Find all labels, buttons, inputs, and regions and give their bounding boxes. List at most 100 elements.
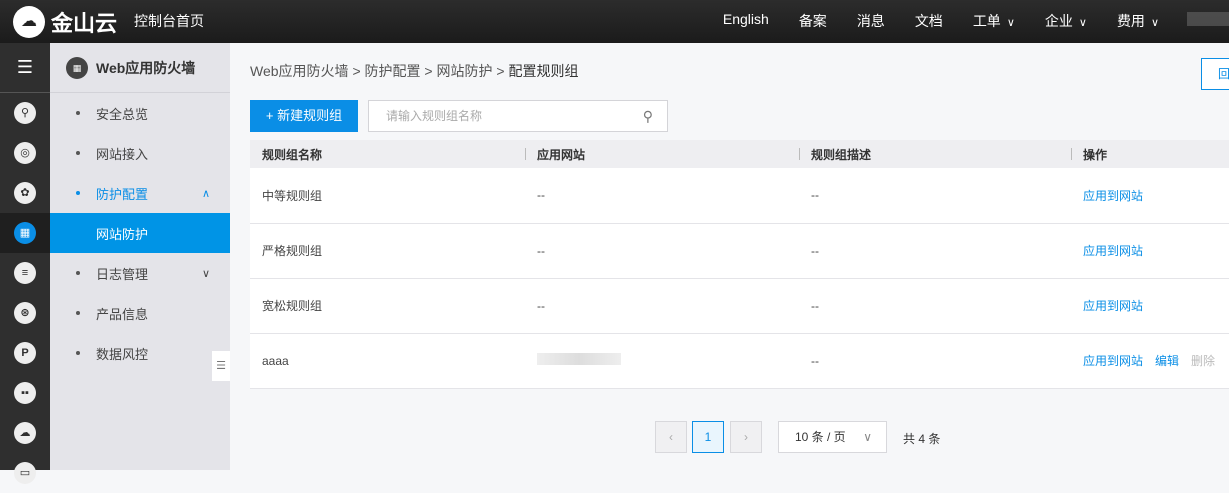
sidebar-item-label: 网站接入 — [96, 146, 149, 162]
cell-name: 宽松规则组 — [250, 278, 525, 334]
bullet-icon — [76, 311, 80, 315]
sidebar-title: Web应用防火墙 — [96, 59, 196, 76]
rail-item[interactable]: P — [0, 333, 50, 373]
apply-to-site-link[interactable]: 应用到网站 — [1083, 189, 1143, 203]
apply-to-site-link[interactable]: 应用到网站 — [1083, 244, 1143, 258]
chevron-down-icon: ∨ — [201, 267, 210, 280]
nav-tickets[interactable]: 工单 ∨ — [973, 11, 1015, 31]
redacted-site — [537, 353, 621, 365]
col-actions: 操作 — [1071, 140, 1229, 168]
table-row: 宽松规则组 -- -- 应用到网站 — [250, 278, 1229, 334]
rail-item[interactable]: ▭ — [0, 453, 50, 493]
rail-item-waf[interactable]: ▦ — [0, 213, 50, 253]
sidebar-item-label: 数据风控 — [96, 346, 149, 362]
crumb-protection[interactable]: 防护配置 — [365, 63, 421, 79]
cell-name: aaaa — [250, 333, 525, 389]
sidebar-item-overview[interactable]: 安全总览 — [50, 93, 230, 133]
page-1-button[interactable]: 1 — [692, 421, 724, 453]
sidebar-item-site-protection[interactable]: 网站防护 — [50, 213, 230, 253]
nav-billing[interactable]: 费用 ∨ — [1117, 11, 1159, 31]
breadcrumb: Web应用防火墙 > 防护配置 > 网站防护 > 配置规则组 — [250, 61, 578, 81]
sidebar-item-label: 网站防护 — [96, 226, 149, 242]
sidebar-item-label: 防护配置 — [96, 186, 149, 202]
cloud-icon: ☁ — [13, 6, 45, 38]
sidebar-item-risk-control[interactable]: 数据风控 — [50, 333, 230, 373]
cell-site: -- — [525, 168, 799, 224]
search-icon: ⚲ — [14, 102, 36, 124]
nav-beian[interactable]: 备案 — [799, 11, 827, 31]
chevron-down-icon: ∨ — [1150, 17, 1159, 29]
firewall-icon: ▦ — [14, 222, 36, 244]
nav-label: 费用 — [1116, 13, 1145, 29]
sidebar-item-protection-config[interactable]: 防护配置 ∧ — [50, 173, 230, 213]
search-input[interactable]: 请输入规则组名称 ⚲ — [368, 100, 668, 132]
table-header: 规则组名称 应用网站 规则组描述 操作 — [250, 140, 1229, 168]
cell-desc: -- — [799, 333, 1071, 389]
cell-site: -- — [525, 278, 799, 334]
chevron-down-icon: ∨ — [1006, 17, 1015, 29]
bullet-icon — [76, 271, 80, 275]
rail-item[interactable]: ⚲ — [0, 93, 50, 133]
server-icon: ≡ — [14, 262, 36, 284]
collapse-sidebar-icon[interactable]: ☰ — [212, 351, 230, 381]
nav-docs[interactable]: 文档 — [915, 11, 943, 31]
rail-item[interactable]: ≡ — [0, 253, 50, 293]
nav-label: 企业 — [1044, 13, 1073, 29]
nav-messages[interactable]: 消息 — [857, 11, 885, 31]
bullet-icon — [76, 111, 80, 115]
console-home-link[interactable]: 控制台首页 — [134, 11, 204, 31]
brand-logo[interactable]: ☁ 金山云 — [13, 6, 117, 38]
bullet-icon — [76, 191, 80, 195]
crumb-sep: > — [352, 63, 361, 79]
next-page-button[interactable]: › — [730, 421, 762, 453]
cell-desc: -- — [799, 168, 1071, 224]
rail-item[interactable]: ◎ — [0, 133, 50, 173]
sidebar-item-label: 产品信息 — [96, 306, 149, 322]
page-size-value: 10 条 / 页 — [795, 430, 846, 444]
firewall-icon: ▦ — [66, 56, 88, 79]
bullet-icon — [76, 151, 80, 155]
product-rail: ☰ ⚲ ◎ ✿ ▦ ≡ ⊛ P ▪▪ ☁ ▭ — [0, 43, 50, 484]
sidebar-item-logs[interactable]: 日志管理 ∨ — [50, 253, 230, 293]
sidebar-item-site-access[interactable]: 网站接入 — [50, 133, 230, 173]
new-rule-group-button[interactable]: + 新建规则组 — [250, 100, 358, 132]
back-button[interactable]: 回 — [1201, 58, 1229, 90]
col-site: 应用网站 — [525, 140, 799, 168]
button-label: 新建规则组 — [277, 108, 343, 123]
menu-icon[interactable]: ☰ — [0, 43, 50, 93]
cell-name: 严格规则组 — [250, 223, 525, 279]
chevron-up-icon: ∧ — [201, 187, 210, 200]
table-row: 中等规则组 -- -- 应用到网站 — [250, 168, 1229, 224]
edit-link[interactable]: 编辑 — [1155, 354, 1179, 368]
user-account[interactable] — [1187, 12, 1229, 26]
crumb-site[interactable]: 网站防护 — [436, 63, 492, 79]
crumb-waf[interactable]: Web应用防火墙 — [250, 63, 349, 79]
chevron-right-icon: › — [744, 430, 748, 444]
ip-shield-icon: P — [14, 342, 36, 364]
page-size-select[interactable]: 10 条 / 页 ∨ — [778, 421, 887, 453]
apply-to-site-link[interactable]: 应用到网站 — [1083, 299, 1143, 313]
crumb-current: 配置规则组 — [508, 63, 579, 79]
cell-desc: -- — [799, 223, 1071, 279]
prev-page-button[interactable]: ‹ — [655, 421, 687, 453]
rail-item[interactable]: ☁ — [0, 413, 50, 453]
sidebar-item-product-info[interactable]: 产品信息 — [50, 293, 230, 333]
nav-label: 工单 — [972, 13, 1001, 29]
rail-item[interactable]: ⊛ — [0, 293, 50, 333]
search-icon[interactable]: ⚲ — [643, 101, 653, 131]
rail-item[interactable]: ✿ — [0, 173, 50, 213]
shield-icon: ◎ — [14, 142, 36, 164]
nav-enterprise[interactable]: 企业 ∨ — [1045, 11, 1087, 31]
chevron-left-icon: ‹ — [669, 430, 673, 444]
apply-to-site-link[interactable]: 应用到网站 — [1083, 354, 1143, 368]
top-bar: ☁ 金山云 控制台首页 English 备案 消息 文档 工单 ∨ 企业 ∨ 费用 ∨ — [0, 0, 1229, 43]
nav-english[interactable]: English — [723, 11, 769, 31]
crumb-sep: > — [496, 63, 505, 79]
rail-item[interactable]: ▪▪ — [0, 373, 50, 413]
sidebar: ▦ Web应用防火墙 安全总览 网站接入 防护配置 ∧ 网站防护 日志管理 ∨ 产品信… — [50, 43, 230, 470]
table-row: aaaa -- 应用到网站 编辑 删除 — [250, 333, 1229, 389]
atom-icon: ⊛ — [14, 302, 36, 324]
total-count: 共 4 条 — [903, 432, 941, 446]
chevron-down-icon: ∨ — [863, 430, 872, 444]
cell-name: 中等规则组 — [250, 168, 525, 224]
